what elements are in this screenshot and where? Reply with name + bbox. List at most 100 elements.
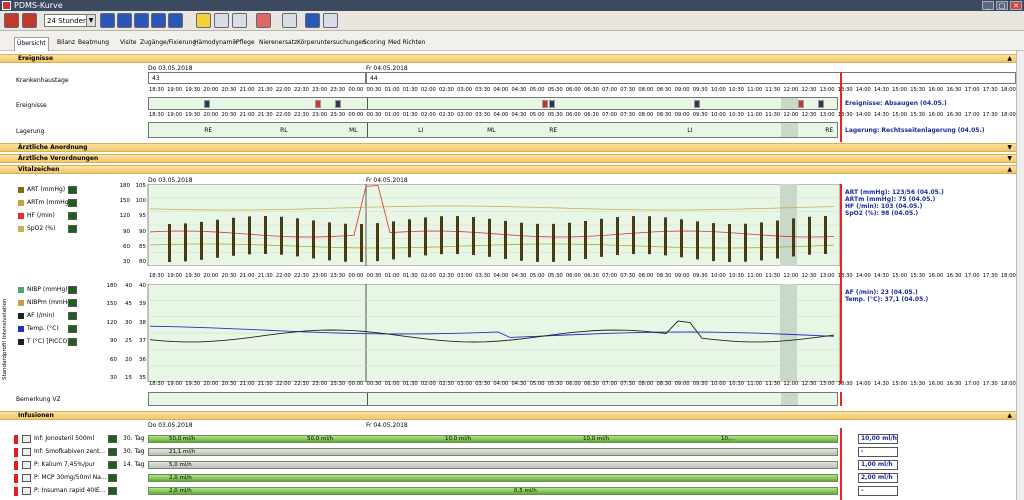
infusion-rate-bar[interactable]: 2,0 ml/h [148,474,838,482]
next-page-icon[interactable] [151,13,166,28]
expand-infusion-icon[interactable] [22,461,31,469]
infusion-row[interactable]: P: MCP 30mg/50ml Na... 2,0 ml/h 2,00 ml/h [0,472,1016,485]
vital-settings-icon[interactable] [68,199,77,207]
expand-infusion-icon[interactable] [22,474,31,482]
infusion-label[interactable]: P: Kalium 7,45%/pur [34,461,95,468]
infusion-row[interactable]: P: Insuman rapid 40IE... 2,0 ml/h 0,5 ml/h… [0,485,1016,498]
vital-settings-icon[interactable] [68,286,77,294]
lagerung-mark[interactable]: LI [418,127,423,134]
lagerung-mark[interactable]: RE [204,127,212,134]
lagerung-mark[interactable]: RE [549,127,557,134]
infusion-rate-bar[interactable]: 21,1 ml/h [148,448,838,456]
event-marker-icon[interactable] [549,100,556,108]
tab-nierenersatz[interactable]: Nierenersatz [259,39,297,46]
print-icon[interactable] [282,13,297,28]
event-marker-icon[interactable] [314,100,321,108]
tab-haemodynamik[interactable]: Hämodynamik [194,39,238,46]
collapse-icon[interactable]: ▲ [1007,166,1012,174]
lagerung-mark[interactable]: RL [280,127,288,134]
time-tick: 20:30 [221,112,237,118]
time-tick: 11:30 [765,381,781,387]
tab-uebersicht[interactable]: Übersicht [14,37,49,51]
edit-icon[interactable] [232,13,247,28]
infusion-settings-icon[interactable] [108,461,117,469]
vital-settings-icon[interactable] [68,299,77,307]
heart-icon[interactable] [256,13,271,28]
vitals-chart-1[interactable] [120,184,840,266]
infusion-label[interactable]: Inf: Smofkabiven zent... [34,448,105,455]
tab-zugaenge[interactable]: Zugänge/Fixierung [140,39,196,46]
play-icon[interactable] [134,13,149,28]
vital-settings-icon[interactable] [68,225,77,233]
collapse-icon[interactable]: ▲ [1007,55,1012,63]
vital-settings-icon[interactable] [68,312,77,320]
export-icon[interactable] [214,13,229,28]
help-icon[interactable] [305,13,320,28]
infusion-settings-icon[interactable] [108,474,117,482]
last-page-icon[interactable] [168,13,183,28]
section-vitalzeichen[interactable]: Vitalzeichen ▲ [0,165,1016,174]
infusion-rate-bar[interactable]: 2,0 ml/h 0,5 ml/h [148,487,838,495]
zoom-in-icon[interactable] [4,13,19,28]
collapse-icon[interactable]: ▲ [1007,412,1012,420]
infusion-settings-icon[interactable] [108,435,117,443]
minimize-button[interactable]: _ [982,1,994,10]
tab-bilanz[interactable]: Bilanz [57,39,75,46]
bemerkung-lane[interactable] [148,392,838,406]
time-tick: 15:30 [910,273,926,279]
vertical-scrollbar[interactable] [1016,51,1024,500]
expand-icon[interactable]: ▼ [1007,144,1012,152]
infusion-row[interactable]: Inf: Smofkabiven zent... 30. Tag 21,1 ml/h… [0,446,1016,459]
tab-visite[interactable]: Visite [120,39,136,46]
lagerung-mark[interactable]: ML [487,127,496,134]
event-marker-icon[interactable] [818,100,825,108]
tab-koerperuntersuchungen[interactable]: Körperuntersuchungen [297,39,366,46]
ereignisse-lane[interactable] [148,97,838,110]
expand-icon[interactable]: ▼ [1007,155,1012,163]
favorite-star-icon[interactable] [196,13,211,28]
infusion-label[interactable]: P: MCP 30mg/50ml Na... [34,474,107,481]
section-ereignisse[interactable]: Ereignisse ▲ [0,54,1016,63]
section-verordnungen[interactable]: Ärztliche Verordnungen ▼ [0,154,1016,163]
event-marker-icon[interactable] [694,100,701,108]
settings-icon[interactable] [323,13,338,28]
expand-infusion-icon[interactable] [22,448,31,456]
chevron-down-icon[interactable]: ▼ [86,15,95,26]
event-marker-icon[interactable] [335,100,342,108]
vital-settings-icon[interactable] [68,338,77,346]
event-marker-icon[interactable] [542,100,549,108]
lagerung-mark[interactable]: ML [349,127,358,134]
lagerung-mark[interactable]: RE [825,127,833,134]
tab-pflege[interactable]: Pflege [236,39,255,46]
infusion-settings-icon[interactable] [108,487,117,495]
section-infusionen[interactable]: Infusionen ▲ [0,411,1016,420]
lagerung-mark[interactable]: LI [687,127,692,134]
tab-scoring[interactable]: Scoring [363,39,386,46]
expand-infusion-icon[interactable] [22,435,31,443]
tab-med-richten[interactable]: Med Richten [388,39,425,46]
infusion-rate-bar[interactable]: 5,0 ml/h [148,461,838,469]
event-marker-icon[interactable] [797,100,804,108]
first-page-icon[interactable] [100,13,115,28]
prev-page-icon[interactable] [117,13,132,28]
vital-settings-icon[interactable] [68,186,77,194]
expand-infusion-icon[interactable] [22,487,31,495]
infusion-row[interactable]: Inf: Jonosteril 500ml 30. Tag 50,0 ml/h 50,… [0,433,1016,446]
vital-settings-icon[interactable] [68,212,77,220]
infusion-label[interactable]: P: Insuman rapid 40IE... [34,487,106,494]
tab-beatmung[interactable]: Beatmung [78,39,109,46]
maximize-button[interactable]: □ [996,1,1008,10]
lagerung-lane[interactable]: RE RL ML LI ML RE LI RE [148,122,838,138]
infusion-rate-bar[interactable]: 50,0 ml/h 50,0 ml/h 10,0 ml/h 10,0 ml/h 10,.… [148,435,838,443]
close-button[interactable]: ✕ [1010,1,1022,10]
art-bar [408,219,411,258]
section-anordnung[interactable]: Ärztliche Anordnung ▼ [0,143,1016,152]
event-marker-icon[interactable] [204,100,211,108]
infusion-label[interactable]: Inf: Jonosteril 500ml [34,435,94,442]
zoom-out-icon[interactable] [22,13,37,28]
infusion-settings-icon[interactable] [108,448,117,456]
vitals-chart-2[interactable] [120,284,840,382]
infusion-row[interactable]: P: Kalium 7,45%/pur 14. Tag 5,0 ml/h 1,00 m… [0,459,1016,472]
vital-settings-icon[interactable] [68,325,77,333]
timespan-select[interactable]: 24 Stunden ▼ [44,14,96,27]
